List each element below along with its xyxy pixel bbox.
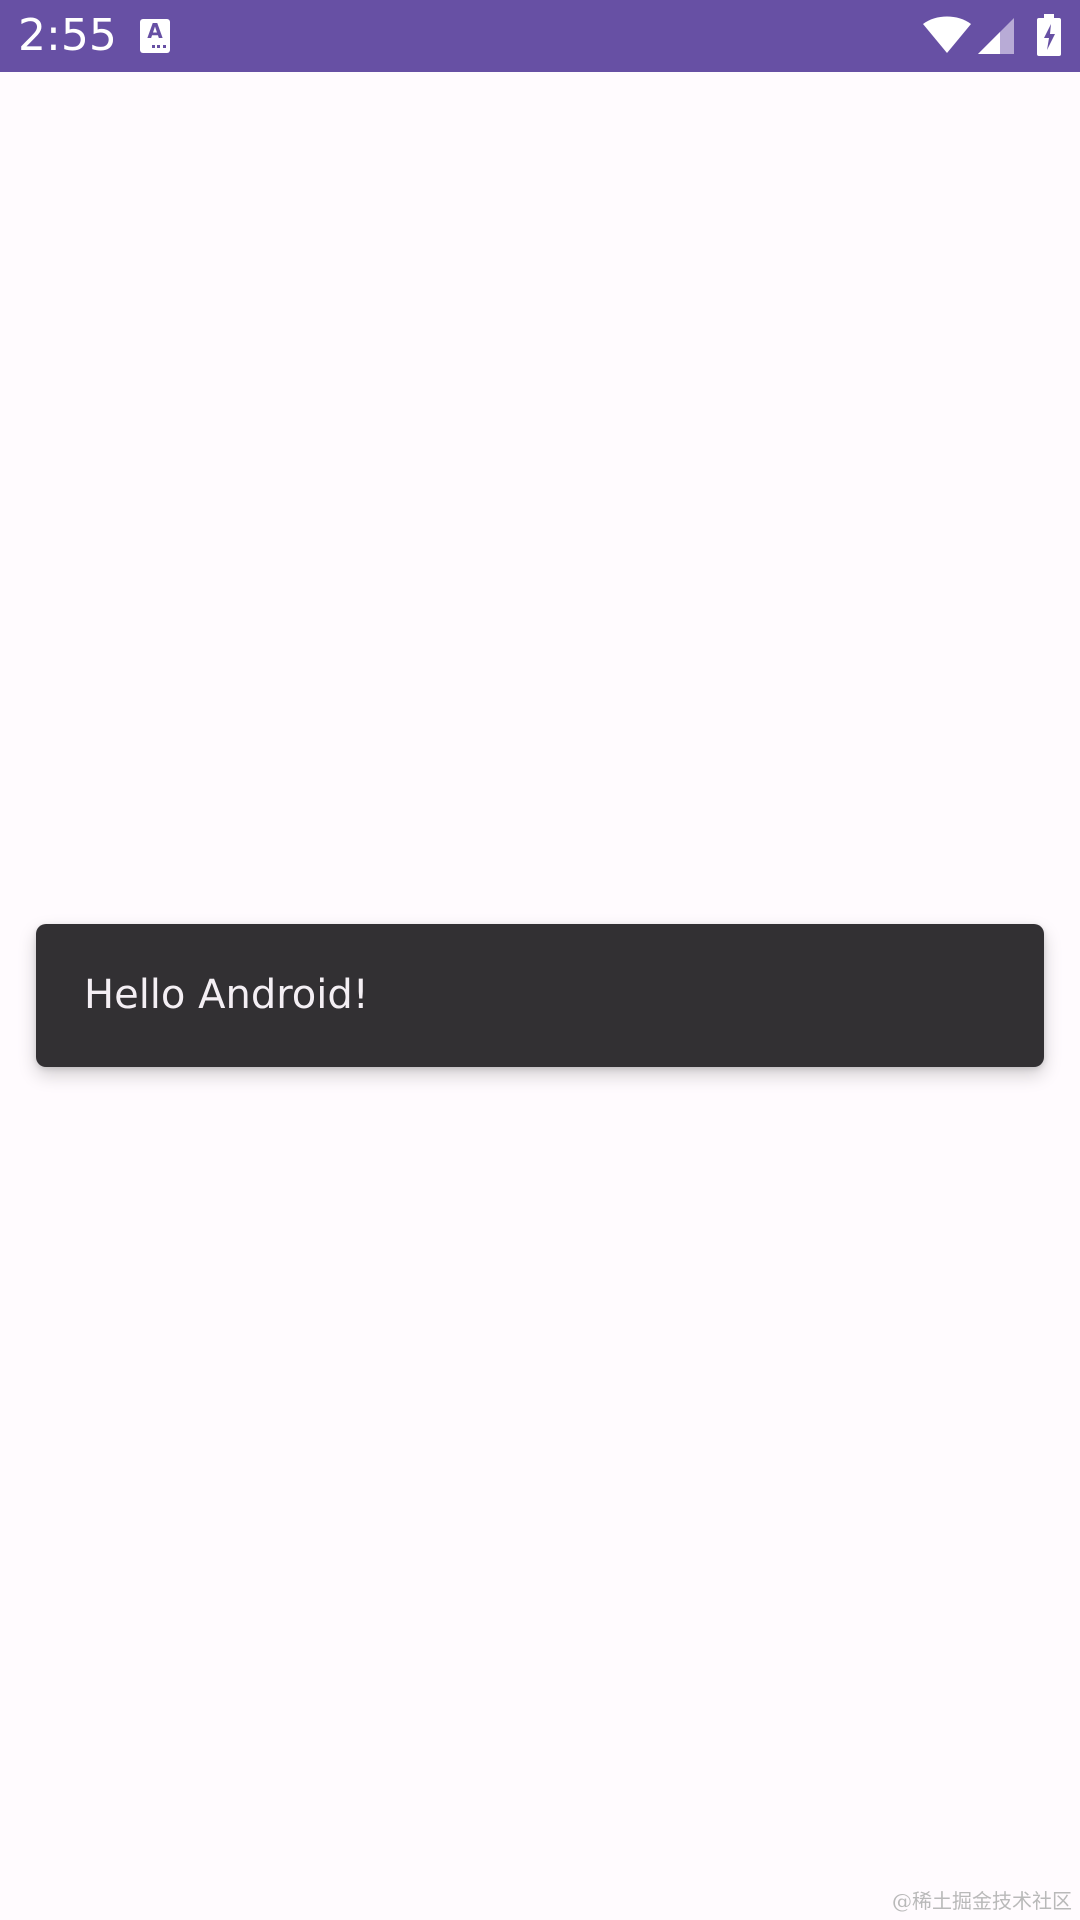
notification-glyph: A: [147, 19, 163, 43]
toast-message-container: Hello Android!: [36, 924, 1044, 1067]
wifi-icon: [923, 16, 971, 53]
a-keyboard-icon: A: [140, 19, 170, 53]
signal-icon: [978, 18, 1014, 54]
status-time: 2:55: [18, 10, 117, 61]
toast-message: Hello Android!: [84, 972, 369, 1018]
notification-dots: [152, 45, 166, 51]
battery-charging-icon: [1037, 14, 1061, 56]
watermark: @稀土掘金技术社区: [892, 1889, 1072, 1913]
app-screen: 2:55 A Hello Android! @稀土掘金技术社区: [0, 0, 1080, 1920]
status-bar: 2:55 A: [0, 0, 1080, 72]
